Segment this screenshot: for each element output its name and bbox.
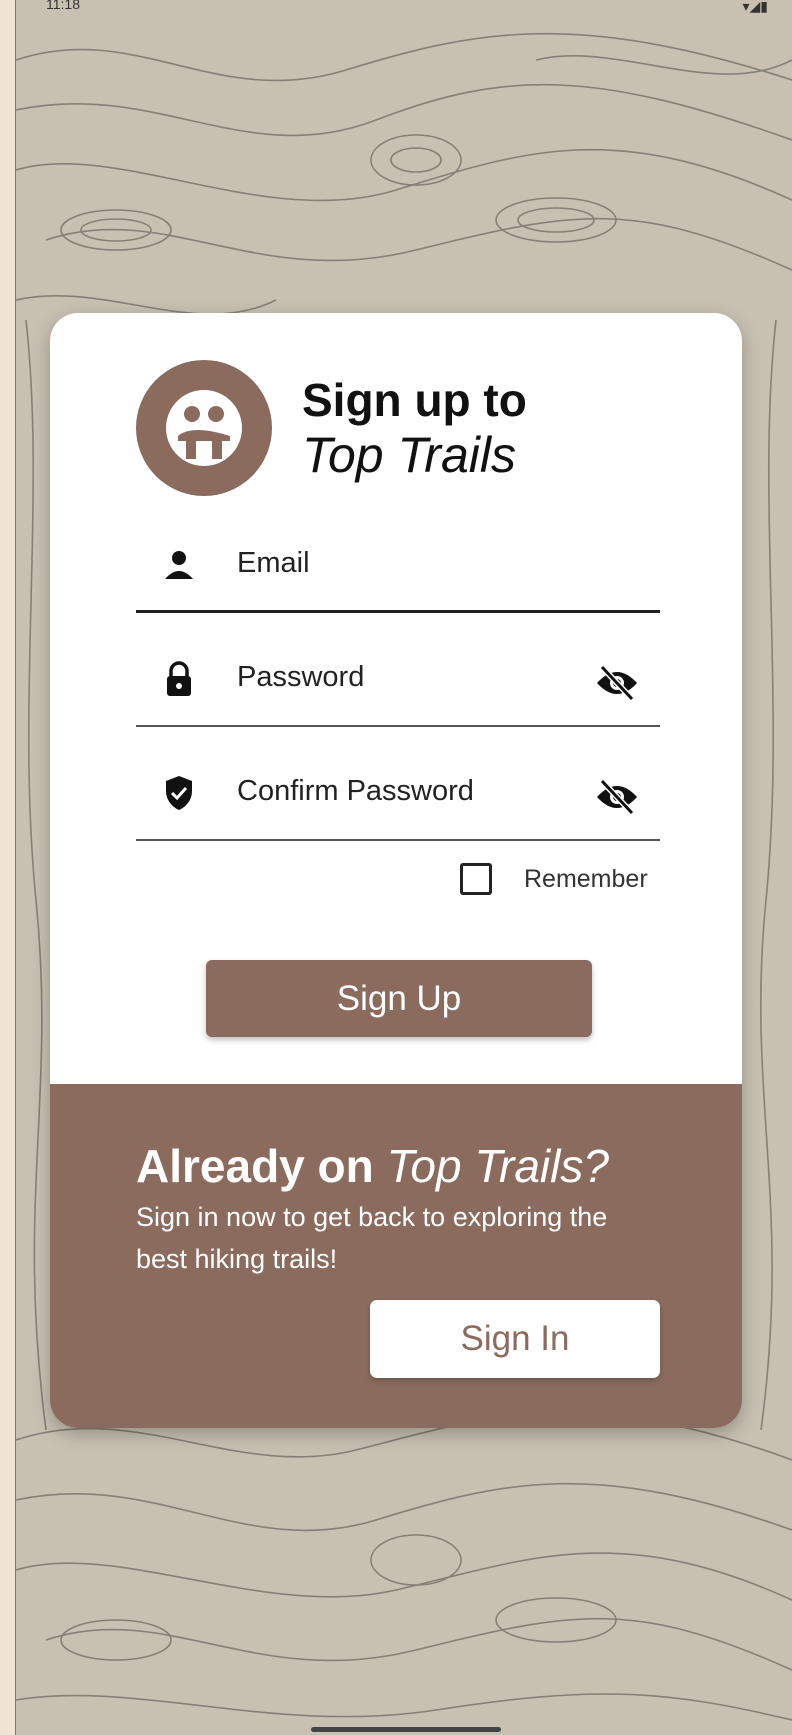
- email-field[interactable]: Email: [136, 525, 660, 613]
- status-time: 11:18: [46, 0, 80, 12]
- shield-check-icon: [166, 776, 192, 810]
- sign-up-button[interactable]: Sign Up: [206, 960, 592, 1037]
- password-placeholder: Password: [237, 661, 365, 693]
- already-heading-italic: Top Trails?: [386, 1140, 609, 1192]
- signal-battery-icon: ▾◢▮: [742, 0, 769, 14]
- status-bar: 11:18 ▾◢▮: [16, 0, 792, 20]
- password-underline: [136, 725, 660, 727]
- remember-checkbox[interactable]: [460, 863, 492, 895]
- email-placeholder: Email: [237, 547, 310, 579]
- confirm-password-placeholder: Confirm Password: [237, 775, 474, 807]
- confirm-password-field[interactable]: Confirm Password: [136, 753, 660, 841]
- remember-option[interactable]: Remember: [460, 863, 730, 903]
- app-name-title: Top Trails: [302, 427, 516, 483]
- eye-off-icon[interactable]: [594, 663, 640, 703]
- already-heading: Already on Top Trails?: [136, 1139, 609, 1193]
- home-indicator: [311, 1727, 501, 1732]
- remember-label: Remember: [524, 865, 648, 893]
- hiker-logo-icon: [136, 360, 272, 496]
- sign-in-subtitle: Sign in now to get back to exploring the…: [136, 1202, 608, 1274]
- eye-off-icon[interactable]: [594, 777, 640, 817]
- sign-in-button[interactable]: Sign In: [370, 1300, 660, 1378]
- confirm-password-underline: [136, 839, 660, 841]
- password-field[interactable]: Password: [136, 639, 660, 727]
- person-icon: [165, 551, 193, 579]
- email-underline: [136, 610, 660, 613]
- already-heading-bold: Already on: [136, 1140, 374, 1192]
- signup-card: Sign up to Top Trails Email Password Con…: [50, 313, 742, 1428]
- lock-icon: [167, 661, 191, 696]
- page-title: Sign up to: [302, 374, 527, 426]
